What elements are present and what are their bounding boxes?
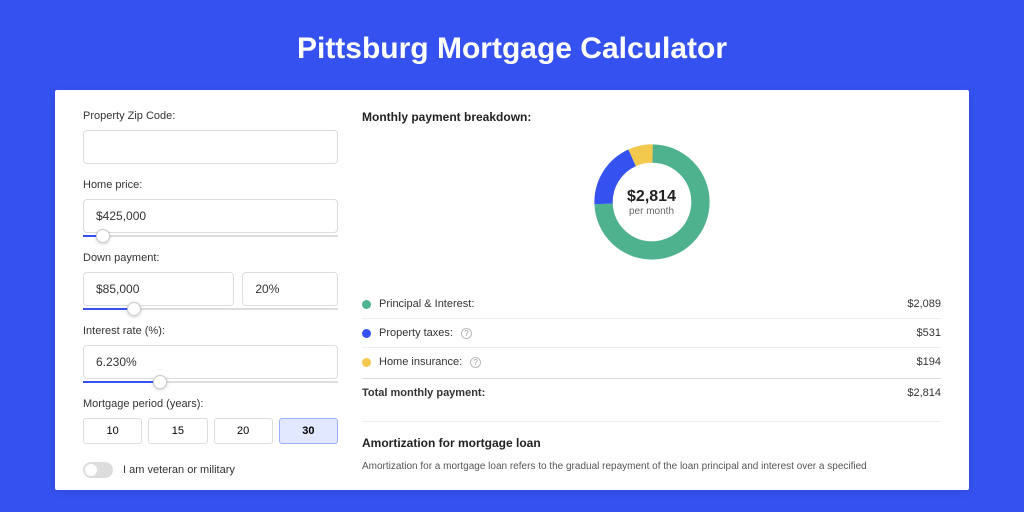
- legend-dot-icon: [362, 329, 371, 338]
- amortization-section: Amortization for mortgage loan Amortizat…: [362, 421, 941, 474]
- donut-value: $2,814: [627, 188, 676, 206]
- donut-chart: $2,814 per month: [362, 138, 941, 266]
- down-payment-group: Down payment:: [83, 252, 338, 310]
- amortization-text: Amortization for a mortgage loan refers …: [362, 460, 941, 474]
- breakdown-label: Property taxes:: [379, 327, 453, 339]
- period-button-10[interactable]: 10: [83, 418, 142, 444]
- help-icon[interactable]: ?: [461, 328, 472, 339]
- down-payment-pct-input[interactable]: [242, 272, 338, 306]
- breakdown-value: $194: [917, 356, 941, 368]
- help-icon[interactable]: ?: [470, 357, 481, 368]
- breakdown-row: Home insurance:? $194: [362, 347, 941, 376]
- breakdown-value: $2,089: [907, 298, 941, 310]
- veteran-label: I am veteran or military: [123, 464, 235, 476]
- rate-group: Interest rate (%):: [83, 325, 338, 383]
- legend-dot-icon: [362, 300, 371, 309]
- rate-input[interactable]: [83, 345, 338, 379]
- period-button-15[interactable]: 15: [148, 418, 207, 444]
- veteran-toggle[interactable]: [83, 462, 113, 478]
- period-group: Mortgage period (years): 1015 2030: [83, 398, 338, 444]
- down-payment-input[interactable]: [83, 272, 234, 306]
- breakdown-total-row: Total monthly payment: $2,814: [362, 378, 941, 407]
- period-button-20[interactable]: 20: [214, 418, 273, 444]
- inputs-column: Property Zip Code: Home price: Down paym…: [83, 110, 338, 470]
- home-price-input[interactable]: [83, 199, 338, 233]
- breakdown-label: Home insurance:: [379, 356, 462, 368]
- veteran-row: I am veteran or military: [83, 462, 338, 478]
- period-button-30[interactable]: 30: [279, 418, 338, 444]
- home-price-label: Home price:: [83, 179, 338, 191]
- rate-slider[interactable]: [83, 381, 338, 383]
- breakdown-label: Principal & Interest:: [379, 298, 474, 310]
- legend-dot-icon: [362, 358, 371, 367]
- page-title: Pittsburg Mortgage Calculator: [0, 32, 1024, 66]
- zip-input[interactable]: [83, 130, 338, 164]
- home-price-group: Home price:: [83, 179, 338, 237]
- period-label: Mortgage period (years):: [83, 398, 338, 410]
- breakdown-row: Principal & Interest: $2,089: [362, 290, 941, 318]
- period-buttons: 1015 2030: [83, 418, 338, 444]
- rate-label: Interest rate (%):: [83, 325, 338, 337]
- amortization-title: Amortization for mortgage loan: [362, 436, 941, 450]
- breakdown-row: Property taxes:? $531: [362, 318, 941, 347]
- down-payment-label: Down payment:: [83, 252, 338, 264]
- donut-sub: per month: [629, 206, 674, 217]
- total-label: Total monthly payment:: [362, 387, 485, 399]
- breakdown-value: $531: [917, 327, 941, 339]
- calculator-card: Property Zip Code: Home price: Down paym…: [55, 90, 969, 490]
- total-value: $2,814: [907, 387, 941, 399]
- breakdown-rows: Principal & Interest: $2,089 Property taxe…: [362, 290, 941, 376]
- breakdown-title: Monthly payment breakdown:: [362, 110, 941, 124]
- breakdown-column: Monthly payment breakdown: $2,814 per mo…: [362, 110, 941, 470]
- down-payment-slider[interactable]: [83, 308, 338, 310]
- zip-group: Property Zip Code:: [83, 110, 338, 164]
- zip-label: Property Zip Code:: [83, 110, 338, 122]
- page-header: Pittsburg Mortgage Calculator: [0, 0, 1024, 90]
- home-price-slider[interactable]: [83, 235, 338, 237]
